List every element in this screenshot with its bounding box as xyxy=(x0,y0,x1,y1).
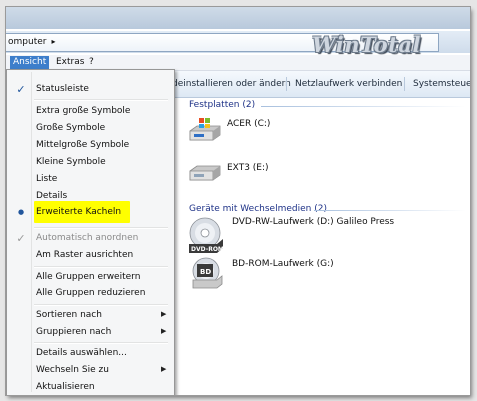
address-path[interactable]: omputer ▸ xyxy=(8,37,55,47)
menu-item-auto-arrange[interactable]: ✓ Automatisch anordnen xyxy=(9,231,169,247)
menu-item-label: Extra große Symbole xyxy=(36,106,131,116)
bd-rom-drive-icon[interactable]: BD xyxy=(189,256,225,295)
menu-item-label: Details xyxy=(36,191,68,201)
group-divider xyxy=(261,106,466,107)
radio-dot-icon: ● xyxy=(17,208,25,216)
menu-item-label: Aktualisieren xyxy=(36,382,95,392)
drive-label-acer[interactable]: ACER (C:) xyxy=(227,119,270,129)
menu-item-label: Erweiterte Kacheln xyxy=(36,207,122,217)
screenshot-frame: omputer▸ ⇆ WinTotal Ansicht Extras ? dei… xyxy=(0,0,477,401)
menu-item-label: Alle Gruppen reduzieren xyxy=(36,288,146,298)
menu-item-list[interactable]: Liste xyxy=(9,172,169,188)
menu-item-label: Alle Gruppen erweitern xyxy=(36,272,141,282)
menu-item-statusleiste[interactable]: ✓ Statusleiste xyxy=(9,82,169,98)
menu-item-expand-all-groups[interactable]: Alle Gruppen erweitern xyxy=(9,270,169,286)
menu-item-label: Mittelgroße Symbole xyxy=(36,140,130,150)
windows-drive-icon[interactable] xyxy=(187,117,223,146)
menu-item-label: Details auswählen... xyxy=(36,348,127,358)
menu-item-label: Am Raster ausrichten xyxy=(36,250,134,260)
menu-help[interactable]: ? xyxy=(86,56,97,69)
menu-item-large-icons[interactable]: Große Symbole xyxy=(9,121,169,137)
check-icon: ✓ xyxy=(16,83,26,96)
menu-item-medium-icons[interactable]: Mittelgroße Symbole xyxy=(9,138,169,154)
menu-item-go-to[interactable]: Wechseln Sie zu ▶ xyxy=(9,363,169,379)
dvd-rom-drive-icon[interactable]: DVD-ROM xyxy=(187,217,227,258)
dvd-rom-badge: DVD-ROM xyxy=(191,246,224,253)
menu-item-label: Liste xyxy=(36,174,58,184)
view-menu: ✓ Statusleiste Extra große Symbole Große… xyxy=(6,69,175,395)
menu-ansicht[interactable]: Ansicht xyxy=(10,56,50,69)
group-heading-removable-media[interactable]: Geräte mit Wechselmedien (2) xyxy=(189,204,327,214)
menu-item-refresh[interactable]: Aktualisieren xyxy=(9,380,169,395)
menu-item-extra-large-icons[interactable]: Extra große Symbole xyxy=(9,104,169,120)
menu-item-group-by[interactable]: Gruppieren nach ▶ xyxy=(9,325,169,341)
group-heading-hard-drives[interactable]: Festplatten (2) xyxy=(189,100,255,110)
submenu-arrow-icon: ▶ xyxy=(161,327,167,335)
bd-badge: BD xyxy=(200,268,211,276)
menu-separator xyxy=(34,227,168,229)
menu-item-small-icons[interactable]: Kleine Symbole xyxy=(9,155,169,171)
menu-extras[interactable]: Extras xyxy=(53,56,87,69)
menu-item-collapse-all-groups[interactable]: Alle Gruppen reduzieren xyxy=(9,286,169,302)
breadcrumb-chevron-icon[interactable]: ▸ xyxy=(51,37,55,46)
menu-item-choose-details[interactable]: Details auswählen... xyxy=(9,346,169,362)
map-network-drive-button[interactable]: Netzlaufwerk verbinden xyxy=(295,79,402,89)
menu-separator xyxy=(34,99,168,101)
menu-item-label: Große Symbole xyxy=(36,123,106,133)
check-icon: ✓ xyxy=(16,232,26,245)
menu-item-label: Wechseln Sie zu xyxy=(36,365,109,375)
drive-label-dvd-rw[interactable]: DVD-RW-Laufwerk (D:) Galileo Press xyxy=(232,217,394,227)
menu-item-label: Gruppieren nach xyxy=(36,327,112,337)
menu-item-align-to-grid[interactable]: Am Raster ausrichten xyxy=(9,248,169,264)
drive-label-ext3[interactable]: EXT3 (E:) xyxy=(227,163,269,173)
menu-separator xyxy=(34,266,168,268)
command-separator xyxy=(286,77,287,91)
address-path-label: omputer xyxy=(8,37,47,47)
group-divider xyxy=(314,210,466,211)
uninstall-program-button[interactable]: deinstallieren oder ändern xyxy=(172,79,291,89)
explorer-window: omputer▸ ⇆ WinTotal Ansicht Extras ? dei… xyxy=(6,7,470,395)
wintotal-logo: WinTotal xyxy=(312,32,421,57)
title-bar xyxy=(6,7,470,29)
drive-label-bd-rom[interactable]: BD-ROM-Laufwerk (G:) xyxy=(232,259,334,269)
menu-item-extended-tiles[interactable]: ● Erweiterte Kacheln xyxy=(9,205,169,221)
menu-separator xyxy=(34,304,168,306)
menu-item-label: Automatisch anordnen xyxy=(36,233,139,243)
menu-item-sort-by[interactable]: Sortieren nach ▶ xyxy=(9,308,169,324)
submenu-arrow-icon: ▶ xyxy=(161,365,167,373)
menu-separator xyxy=(34,342,168,344)
menu-item-label: Sortieren nach xyxy=(36,310,102,320)
menu-item-label: Statusleiste xyxy=(36,84,89,94)
submenu-arrow-icon: ▶ xyxy=(161,310,167,318)
menu-item-label: Kleine Symbole xyxy=(36,157,106,167)
control-panel-button[interactable]: Systemsteuer xyxy=(413,79,470,89)
hard-drive-icon[interactable] xyxy=(187,162,223,187)
command-separator xyxy=(404,77,405,91)
